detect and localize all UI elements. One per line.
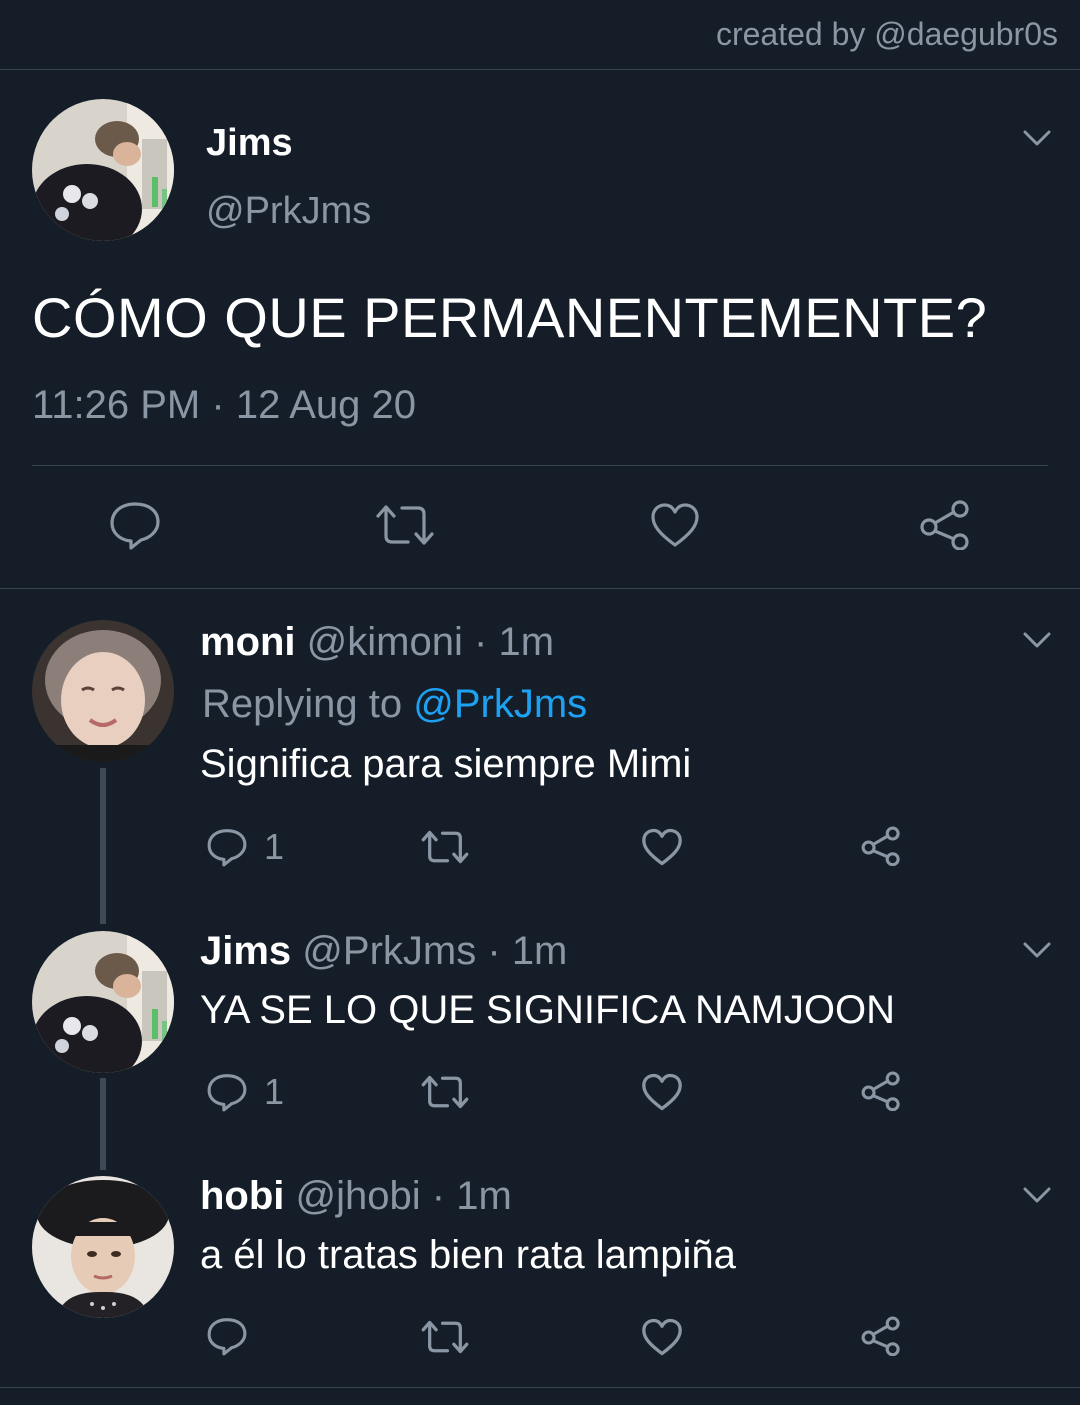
like-button[interactable]	[641, 828, 683, 866]
stats-divider	[32, 465, 1048, 466]
share-button[interactable]	[860, 826, 902, 866]
replying-to-line: Replying to @PrkJms	[202, 682, 587, 727]
heart-icon	[642, 828, 682, 866]
retweet-icon	[421, 830, 469, 864]
reply-author-name[interactable]: moni	[200, 620, 296, 664]
meta-separator: ·	[474, 620, 488, 664]
reply-count: 1	[264, 826, 285, 867]
reply-age: 1m	[456, 1174, 512, 1218]
reply-button[interactable]	[108, 500, 162, 550]
avatar-jims[interactable]	[32, 99, 174, 241]
tweet-text: CÓMO QUE PERMANENTEMENTE?	[32, 286, 988, 349]
reply-age: 1m	[511, 929, 568, 973]
retweet-button[interactable]	[420, 1318, 470, 1356]
reply-author-handle[interactable]: @kimoni	[307, 620, 463, 664]
meta-separator: ·	[431, 1174, 446, 1218]
reply-button[interactable]: 1	[206, 1071, 284, 1113]
reply-text: YA SE LO QUE SIGNIFICA NAMJOON	[200, 988, 895, 1032]
replying-to-mention[interactable]: @PrkJms	[413, 682, 587, 726]
retweet-icon	[421, 1075, 469, 1109]
avatar-moni[interactable]	[32, 620, 174, 762]
thread-connector	[100, 768, 106, 924]
chevron-down-icon[interactable]	[1022, 940, 1052, 960]
retweet-button[interactable]	[420, 1073, 470, 1111]
avatar-jims[interactable]	[32, 931, 174, 1073]
replying-to-label: Replying to	[202, 682, 403, 726]
like-button[interactable]	[641, 1073, 683, 1111]
share-button[interactable]	[918, 500, 972, 550]
retweet-icon	[421, 1320, 469, 1354]
heart-icon	[642, 1318, 682, 1356]
reply-header: Jims @PrkJms · 1m	[200, 929, 567, 974]
heart-icon	[651, 503, 699, 547]
retweet-button[interactable]	[374, 502, 436, 548]
reply-author-handle[interactable]: @PrkJms	[302, 929, 476, 973]
speech-bubble-icon	[110, 502, 160, 550]
like-button[interactable]	[650, 502, 700, 548]
share-icon	[861, 1071, 900, 1111]
main-tweet-divider	[0, 588, 1080, 589]
tweet-timestamp: 11:26 PM · 12 Aug 20	[32, 383, 416, 428]
credit-text: created by @daegubr0s	[715, 16, 1058, 52]
share-button[interactable]	[860, 1071, 902, 1111]
tweet-date: 12 Aug 20	[235, 383, 417, 427]
chevron-down-icon[interactable]	[1022, 128, 1052, 148]
reply-button[interactable]	[206, 1316, 264, 1356]
author-name[interactable]: Jims	[206, 122, 293, 165]
chevron-down-icon[interactable]	[1022, 1185, 1052, 1205]
avatar-hobi[interactable]	[32, 1176, 174, 1318]
like-button[interactable]	[641, 1318, 683, 1356]
bottom-divider	[0, 1387, 1080, 1388]
reply-button[interactable]: 1	[206, 826, 284, 868]
reply-header: hobi @jhobi · 1m	[200, 1174, 512, 1219]
timestamp-separator: ·	[211, 383, 225, 427]
share-button[interactable]	[860, 1316, 902, 1356]
share-icon	[861, 826, 900, 866]
speech-bubble-icon	[207, 1074, 247, 1112]
reply-text: Significa para siempre Mimi	[200, 742, 692, 786]
meta-separator: ·	[487, 929, 501, 973]
thread-connector	[100, 1078, 106, 1170]
heart-icon	[642, 1073, 682, 1111]
retweet-button[interactable]	[420, 828, 470, 866]
reply-text: a él lo tratas bien rata lampiña	[200, 1233, 736, 1277]
reply-author-name[interactable]: Jims	[200, 929, 291, 973]
share-icon	[920, 500, 969, 550]
reply-count: 1	[264, 1071, 285, 1112]
reply-age: 1m	[498, 620, 555, 664]
top-divider	[0, 69, 1080, 70]
reply-author-handle[interactable]: @jhobi	[296, 1174, 421, 1218]
reply-header: moni @kimoni · 1m	[200, 620, 554, 665]
tweet-time: 11:26 PM	[32, 383, 201, 427]
share-icon	[861, 1316, 900, 1356]
chevron-down-icon[interactable]	[1022, 630, 1052, 650]
retweet-icon	[376, 505, 434, 545]
author-handle[interactable]: @PrkJms	[206, 190, 371, 233]
reply-author-name[interactable]: hobi	[200, 1174, 284, 1218]
speech-bubble-icon	[207, 829, 247, 867]
speech-bubble-icon	[207, 1318, 247, 1356]
